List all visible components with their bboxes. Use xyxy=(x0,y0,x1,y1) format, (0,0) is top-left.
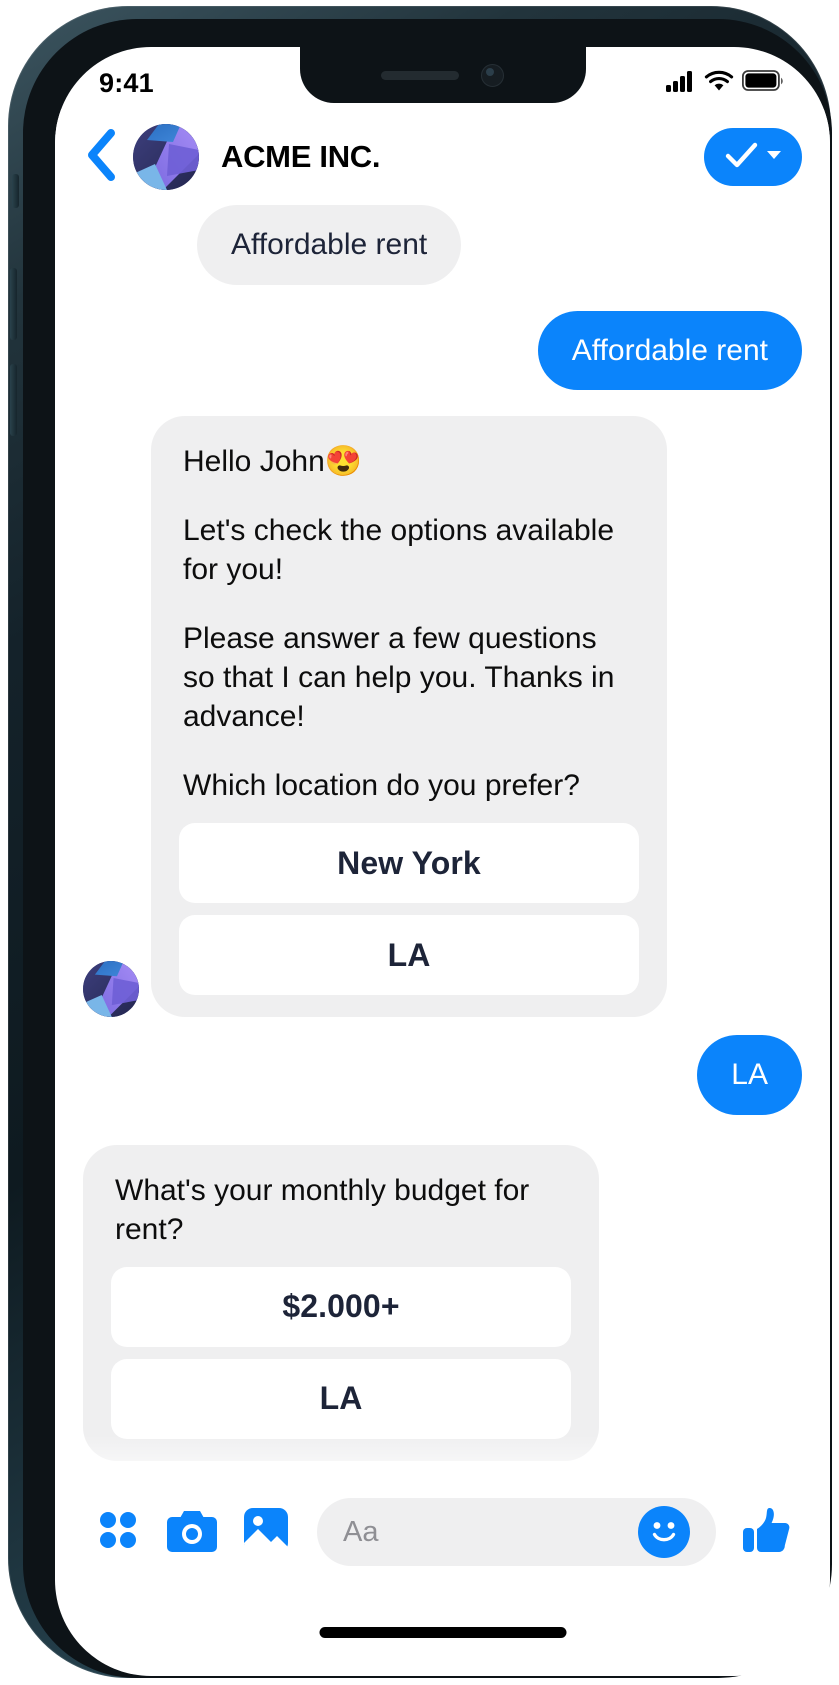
phone-screen: 9:41 ACME INC. Affordable rent Affordabl… xyxy=(55,47,830,1676)
silent-switch-button[interactable] xyxy=(12,174,19,208)
volume-down-button[interactable] xyxy=(10,364,17,436)
message-row: Hello John😍 Let's check the options avai… xyxy=(83,416,802,1018)
message-input[interactable]: Aa xyxy=(317,1498,716,1566)
smiley-face-icon xyxy=(641,1507,687,1558)
thumbs-up-icon xyxy=(741,1504,793,1561)
notch xyxy=(299,47,586,103)
avatar[interactable] xyxy=(133,124,199,190)
earpiece-speaker xyxy=(381,70,459,80)
message-paragraph: What's your monthly budget for rent? xyxy=(115,1173,530,1246)
home-indicator[interactable] xyxy=(319,1627,566,1638)
message-paragraph: Which location do you prefer? xyxy=(183,769,580,803)
quick-reply-button[interactable]: $2.000+ xyxy=(111,1266,571,1347)
message-row: Affordable rent xyxy=(83,205,802,285)
page-title: ACME INC. xyxy=(221,139,381,174)
message-bubble-outgoing[interactable]: LA xyxy=(697,1035,802,1115)
status-icon-group xyxy=(666,60,784,97)
apps-grid-button[interactable] xyxy=(81,1495,155,1569)
quick-reply-button[interactable]: LA xyxy=(179,915,639,996)
message-row: LA xyxy=(83,1035,802,1115)
avatar[interactable] xyxy=(83,961,139,1018)
like-button[interactable] xyxy=(730,1495,804,1569)
emoji-button[interactable] xyxy=(638,1506,690,1558)
gallery-button[interactable] xyxy=(229,1495,303,1569)
battery-icon xyxy=(741,69,784,97)
checkmark-icon xyxy=(724,140,762,175)
message-bubble-incoming[interactable]: Affordable rent xyxy=(197,205,462,285)
apps-grid-icon xyxy=(95,1507,141,1558)
screenshot-stage: 9:41 ACME INC. Affordable rent Affordabl… xyxy=(0,0,839,1685)
message-paragraph: Let's check the options available for yo… xyxy=(183,514,615,587)
chat-header: ACME INC. xyxy=(55,109,830,205)
mark-done-button[interactable] xyxy=(704,128,802,186)
camera-button[interactable] xyxy=(155,1495,229,1569)
volume-up-button[interactable] xyxy=(10,268,17,340)
message-row: What's your monthly budget for rent? $2.… xyxy=(83,1144,802,1461)
phone-bezel: 9:41 ACME INC. Affordable rent Affordabl… xyxy=(23,19,832,1678)
status-time: 9:41 xyxy=(99,67,154,98)
gallery-icon xyxy=(242,1506,290,1559)
message-paragraph: Please answer a few questions so that I … xyxy=(183,622,615,734)
message-row: Affordable rent xyxy=(83,310,802,391)
message-bubble-outgoing[interactable]: Affordable rent xyxy=(537,310,802,391)
composer-toolbar: Aa xyxy=(55,1484,830,1580)
chevron-left-icon xyxy=(84,128,118,187)
quick-reply-button[interactable]: LA xyxy=(111,1358,571,1439)
message-input-placeholder: Aa xyxy=(343,1515,379,1548)
front-camera-icon xyxy=(481,63,504,87)
camera-icon xyxy=(166,1507,218,1558)
quick-reply-button[interactable]: New York xyxy=(179,823,639,904)
message-bubble-incoming-card: What's your monthly budget for rent? $2.… xyxy=(83,1144,599,1461)
chevron-down-icon xyxy=(766,148,782,166)
phone-frame: 9:41 ACME INC. Affordable rent Affordabl… xyxy=(8,6,832,1678)
wifi-icon xyxy=(704,70,734,97)
message-bubble-incoming-card: Hello John😍 Let's check the options avai… xyxy=(151,416,667,1018)
conversation-list[interactable]: Affordable rent Affordable rent Hello Jo… xyxy=(55,205,830,1525)
back-button[interactable] xyxy=(79,128,123,183)
cellular-signal-icon xyxy=(666,70,696,97)
message-paragraph: Hello John😍 xyxy=(183,445,363,479)
